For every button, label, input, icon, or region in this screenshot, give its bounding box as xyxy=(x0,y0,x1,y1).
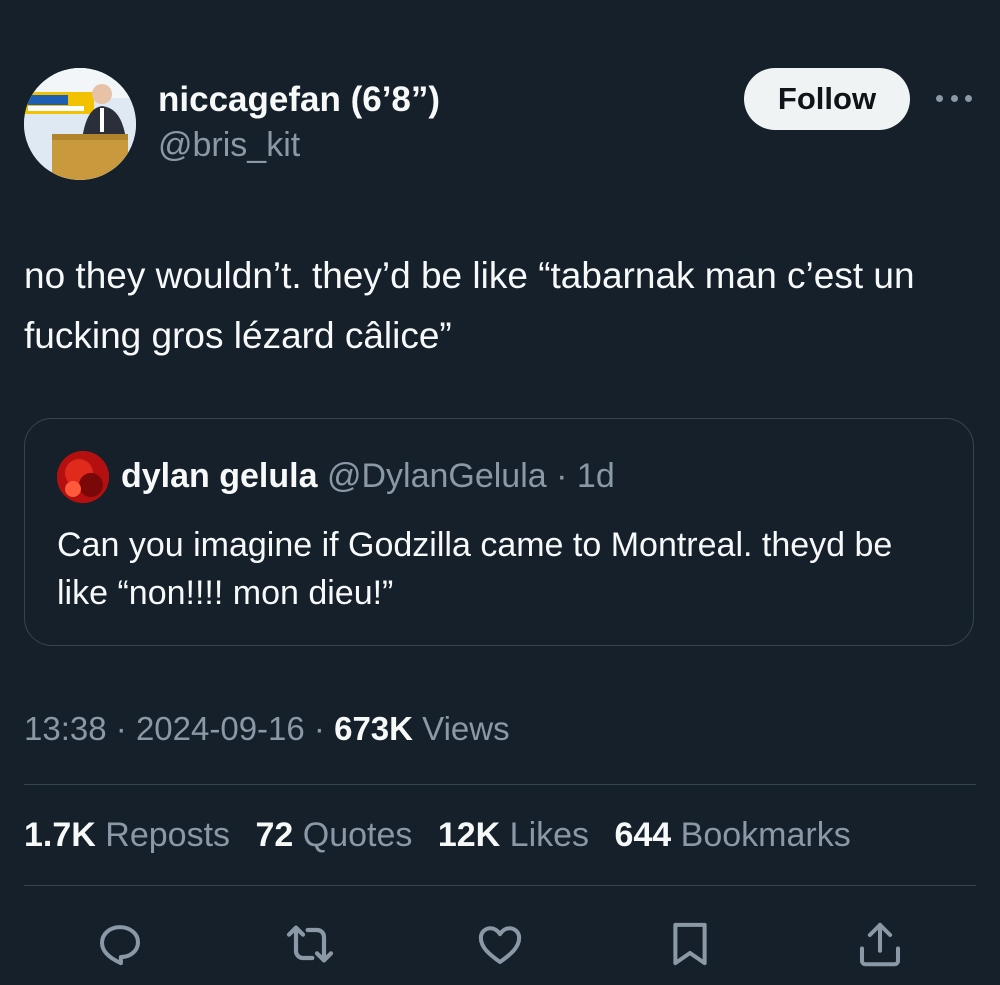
quoted-author-handle[interactable]: @DylanGelula xyxy=(327,457,547,495)
divider xyxy=(24,784,976,785)
reply-icon[interactable] xyxy=(92,916,148,972)
quotes-count: 72 xyxy=(255,816,294,854)
author-avatar[interactable] xyxy=(24,68,136,180)
quoted-tweet-card[interactable]: dylan gelula @DylanGelula · 1d Can you i… xyxy=(24,418,974,646)
tweet-time[interactable]: 13:38 xyxy=(24,710,107,747)
podium-speaker-photo xyxy=(24,68,136,180)
bookmarks-label: Bookmarks xyxy=(680,816,851,854)
author-display-name[interactable]: niccagefan (6’8”) xyxy=(158,80,440,120)
tweet-action-bar xyxy=(0,912,1000,972)
engagement-stats: 1.7K Reposts 72 Quotes 12K Likes 644 Boo… xyxy=(24,816,867,855)
bookmarks-count: 644 xyxy=(614,816,672,854)
share-icon[interactable] xyxy=(852,916,908,972)
bookmark-icon[interactable] xyxy=(662,916,718,972)
more-dot xyxy=(936,94,943,102)
quoted-separator: · xyxy=(556,457,568,495)
divider xyxy=(24,885,976,886)
meta-separator: · xyxy=(313,710,325,747)
quotes-label: Quotes xyxy=(302,816,413,854)
repost-icon[interactable] xyxy=(282,916,338,972)
tweet-text: no they wouldn’t. they’d be like “tabarn… xyxy=(24,255,915,356)
meta-separator: · xyxy=(115,710,127,747)
quoted-tweet-age[interactable]: 1d xyxy=(577,457,615,495)
bookmarks-stat[interactable]: 644 Bookmarks xyxy=(614,816,850,854)
views-label: Views xyxy=(422,710,510,747)
quoted-tweet-text: Can you imagine if Godzilla came to Mont… xyxy=(57,526,893,612)
more-dot xyxy=(950,94,958,102)
reposts-label: Reposts xyxy=(105,816,231,854)
red-photo-avatar xyxy=(57,451,109,503)
tweet-date[interactable]: 2024-09-16 xyxy=(136,710,305,747)
likes-count: 12K xyxy=(437,816,501,854)
reposts-stat[interactable]: 1.7K Reposts xyxy=(24,816,230,854)
likes-stat[interactable]: 12K Likes xyxy=(438,816,589,854)
reposts-count: 1.7K xyxy=(24,816,96,854)
views-count: 673K xyxy=(334,710,413,747)
quoted-author-name[interactable]: dylan gelula xyxy=(121,457,318,495)
likes-label: Likes xyxy=(509,816,590,854)
quoted-tweet-header: dylan gelula @DylanGelula · 1d xyxy=(121,457,615,496)
follow-button[interactable]: Follow xyxy=(744,68,910,130)
more-dot xyxy=(965,94,972,102)
tweet-meta: 13:38 · 2024-09-16 · 673K Views xyxy=(24,710,510,748)
quotes-stat[interactable]: 72 Quotes xyxy=(255,816,412,854)
author-handle[interactable]: @bris_kit xyxy=(158,126,300,165)
more-options-icon[interactable] xyxy=(936,86,972,110)
quoted-author-avatar[interactable] xyxy=(57,451,109,503)
like-icon[interactable] xyxy=(472,916,528,972)
